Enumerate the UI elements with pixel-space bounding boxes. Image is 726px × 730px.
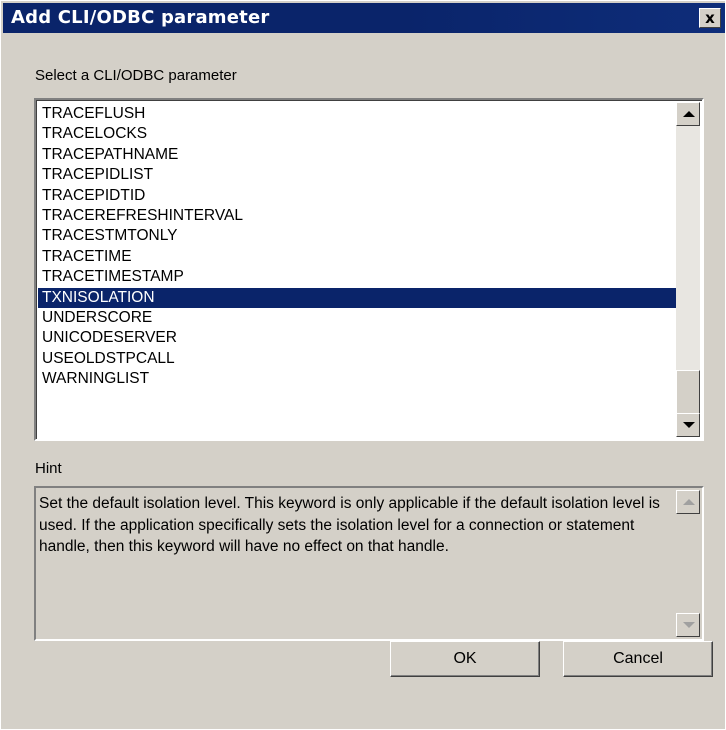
list-item[interactable]: TRACESTMTONLY (38, 226, 681, 246)
list-item[interactable]: TRACETIME (38, 247, 681, 267)
hint-textbox[interactable]: Set the default isolation level. This ke… (34, 486, 704, 641)
list-item[interactable]: TRACEFLUSH (38, 104, 681, 124)
title-bar[interactable]: Add CLI/ODBC parameter x (3, 3, 725, 33)
hint-label: Hint (35, 460, 62, 477)
cancel-button[interactable]: Cancel (563, 641, 713, 677)
ok-button[interactable]: OK (390, 641, 540, 677)
hint-text: Set the default isolation level. This ke… (39, 495, 660, 555)
scroll-down-button[interactable] (676, 413, 700, 437)
add-parameter-dialog: Add CLI/ODBC parameter x Select a CLI/OD… (0, 0, 726, 730)
scroll-up-button[interactable] (676, 102, 700, 126)
hint-scroll-up-button (676, 490, 700, 514)
list-item[interactable]: WARNINGLIST (38, 369, 681, 389)
parameter-listbox[interactable]: TRACEFLUSH TRACELOCKS TRACEPATHNAME TRACEPI… (34, 98, 704, 441)
list-item[interactable]: TRACEPATHNAME (38, 145, 681, 165)
list-item[interactable]: TRACEPIDTID (38, 186, 681, 206)
arrow-down-icon (683, 422, 695, 428)
arrow-down-icon (683, 622, 695, 628)
list-item[interactable]: USEOLDSTPCALL (38, 349, 681, 369)
list-item[interactable]: TRACELOCKS (38, 124, 681, 144)
list-item[interactable]: TRACETIMESTAMP (38, 267, 681, 287)
arrow-up-icon (683, 111, 695, 117)
close-button[interactable]: x (699, 8, 721, 28)
arrow-up-icon (683, 499, 695, 505)
window-title: Add CLI/ODBC parameter (11, 7, 270, 28)
close-icon: x (705, 9, 715, 27)
hint-scrollbar (676, 490, 700, 637)
parameter-list-items: TRACEFLUSH TRACELOCKS TRACEPATHNAME TRACEPI… (38, 104, 681, 389)
hint-scroll-down-button (676, 613, 700, 637)
list-item[interactable]: TXNISOLATION (38, 287, 681, 308)
list-label: Select a CLI/ODBC parameter (35, 67, 237, 84)
scroll-thumb[interactable] (676, 370, 700, 416)
list-item[interactable]: TRACEPIDLIST (38, 165, 681, 185)
list-scrollbar[interactable] (676, 102, 700, 437)
list-item[interactable]: UNICODESERVER (38, 328, 681, 348)
list-item[interactable]: UNDERSCORE (38, 308, 681, 328)
list-item[interactable]: TRACEREFRESHINTERVAL (38, 206, 681, 226)
